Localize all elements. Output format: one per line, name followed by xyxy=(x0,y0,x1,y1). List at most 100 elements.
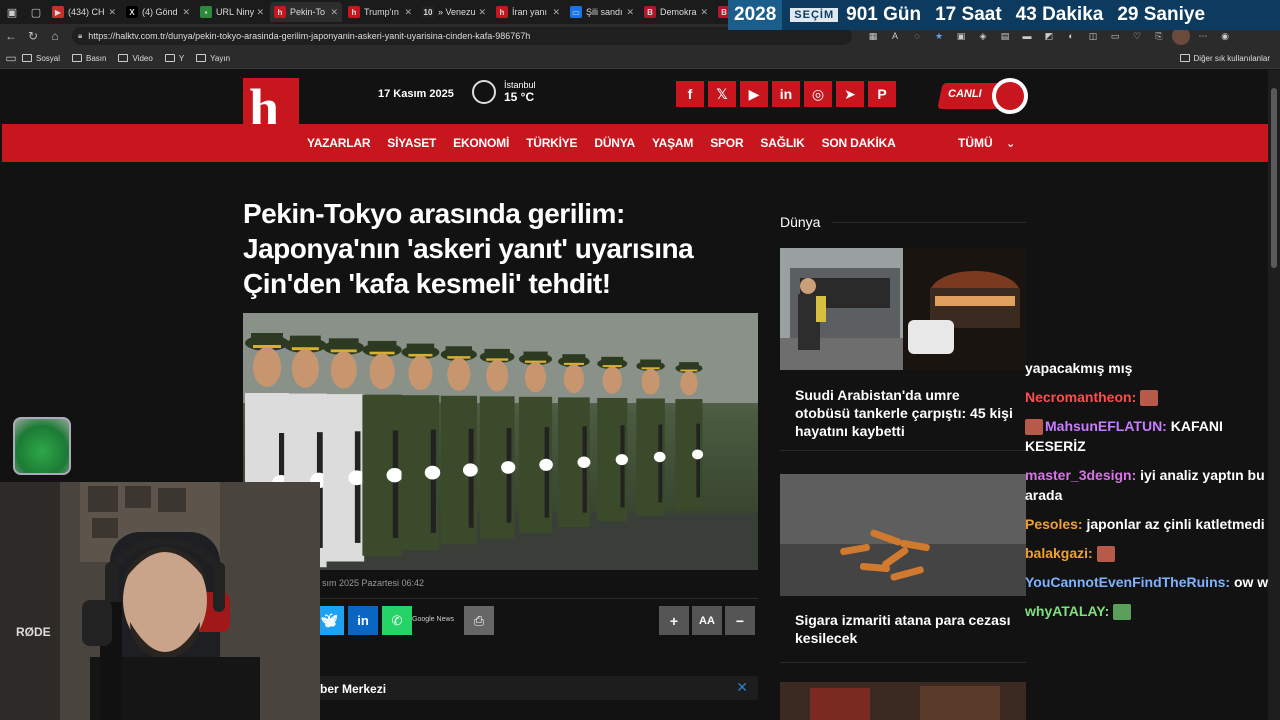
nav-item[interactable]: SPOR xyxy=(710,136,743,150)
tab-label: Trump'ın xyxy=(364,7,399,17)
pinterest-icon[interactable]: P xyxy=(868,81,896,107)
social-links: f 𝕏 ▶ in ◎ ➤ P xyxy=(676,81,896,107)
chat-message: yapacakmış mış xyxy=(1025,358,1270,378)
sidebar-section-title[interactable]: Dünya xyxy=(780,214,820,230)
linkedin-icon[interactable]: in xyxy=(772,81,800,107)
bookmark-label: Basın xyxy=(86,53,107,63)
x-icon[interactable]: 𝕏 xyxy=(708,81,736,107)
lock-icon: 🔒︎ xyxy=(78,31,83,40)
bookmark-label: Yayın xyxy=(210,53,231,63)
nav-item[interactable]: EKONOMİ xyxy=(453,136,509,150)
tab-close-icon[interactable]: ✕ xyxy=(182,7,190,18)
countdown-year: 2028 xyxy=(728,0,783,30)
tab-label: (434) CH xyxy=(68,7,105,17)
whatsapp-share-button[interactable]: ✆ xyxy=(382,606,412,635)
article-main-image xyxy=(243,313,758,570)
svg-text:RØDE: RØDE xyxy=(16,625,51,639)
nav-all-label: TÜMÜ xyxy=(958,136,993,150)
font-reset-button[interactable]: AA xyxy=(692,606,722,635)
nav-item[interactable]: SON DAKİKA xyxy=(822,136,896,150)
chat-username: master_3design: xyxy=(1025,467,1137,483)
chat-message: Necromantheon: xyxy=(1025,387,1270,407)
countdown-days: 901 Gün xyxy=(846,4,922,25)
tab-close-icon[interactable]: ✕ xyxy=(552,7,560,18)
nav-item[interactable]: TÜRKİYE xyxy=(526,136,577,150)
headline-line: Çin'den 'kafa kesmeli' tehdit! xyxy=(243,268,611,299)
browser-tab[interactable]: h İran yanı ✕ xyxy=(492,2,564,22)
bookmarks-menu-icon[interactable]: ▭ xyxy=(0,51,22,65)
tab-favicon-icon: h xyxy=(348,6,360,18)
news-card-title[interactable]: Sigara izmariti atana para cezası kesile… xyxy=(795,611,1015,647)
countdown-minutes: 43 Dakika xyxy=(1015,4,1104,25)
bookmark-folder[interactable]: Video xyxy=(118,53,153,63)
browser-tab[interactable]: h Pekin-To ✕ xyxy=(270,2,342,22)
news-card-image[interactable] xyxy=(780,682,1026,720)
nav-item[interactable]: SAĞLIK xyxy=(760,136,804,150)
instagram-icon[interactable]: ◎ xyxy=(804,81,832,107)
share-buttons: 🦋︎ in ✆ xyxy=(314,606,412,635)
news-card-image[interactable] xyxy=(780,248,1026,370)
weather-widget: İstanbul 15 °C xyxy=(472,80,536,104)
tab-actions-icon[interactable]: ▢ xyxy=(24,0,48,24)
tab-strip: ▶ (434) CH ✕ X (4) Gönd ✕ ▪ URL Niny ✕ h Pekin-To ✕… xyxy=(48,2,788,22)
nav-item[interactable]: YAZARLAR xyxy=(307,136,370,150)
tab-favicon-icon: ▶ xyxy=(52,6,64,18)
close-icon[interactable]: ✕ xyxy=(736,679,748,696)
workspaces-icon[interactable]: ▣ xyxy=(0,0,24,24)
youtube-icon[interactable]: ▶ xyxy=(740,81,768,107)
browser-tab[interactable]: ▭ Şili sandı ✕ xyxy=(566,2,638,22)
browser-tab[interactable]: ▶ (434) CH ✕ xyxy=(48,2,120,22)
scrollbar-thumb[interactable] xyxy=(1271,88,1277,268)
bookmark-folder[interactable]: Yayın xyxy=(196,54,230,63)
bookmark-label: Sosyal xyxy=(36,53,61,63)
live-button[interactable]: CANLI xyxy=(937,75,1028,115)
print-icon: ⎙ xyxy=(473,612,485,628)
nav-item[interactable]: SİYASET xyxy=(387,136,436,150)
facebook-icon[interactable]: f xyxy=(676,81,704,107)
back-icon[interactable]: ← xyxy=(0,29,22,43)
tab-close-icon[interactable]: ✕ xyxy=(626,7,634,18)
weather-city: İstanbul xyxy=(504,80,536,90)
home-icon[interactable]: ⌂ xyxy=(44,29,66,43)
tab-label: Pekin-To xyxy=(290,7,326,17)
browser-tab[interactable]: ▪ URL Niny ✕ xyxy=(196,2,268,22)
other-bookmarks-button[interactable]: Diğer sık kullanılanlar xyxy=(1179,54,1270,63)
linkedin-share-button[interactable]: in xyxy=(348,606,378,635)
chat-text: ow w xyxy=(1233,574,1269,590)
nav-item[interactable]: YAŞAM xyxy=(652,136,693,150)
webcam-overlay: RØDE xyxy=(0,482,320,720)
bookmark-folder[interactable]: Sosyal xyxy=(22,54,60,63)
divider xyxy=(780,662,1026,663)
tab-close-icon[interactable]: ✕ xyxy=(330,7,338,18)
tab-close-icon[interactable]: ✕ xyxy=(108,7,116,18)
tab-favicon-icon: ▪ xyxy=(200,6,212,18)
chat-message: Pesoles: japonlar az çinli katletmedi xyxy=(1025,514,1270,534)
font-increase-button[interactable]: + xyxy=(659,606,689,635)
news-card-image[interactable] xyxy=(780,474,1026,596)
bookmark-label: Video xyxy=(132,53,153,63)
news-card-title[interactable]: Suudi Arabistan'da umre otobüsü tankerle… xyxy=(795,386,1015,440)
tab-close-icon[interactable]: ✕ xyxy=(404,7,412,18)
tab-close-icon[interactable]: ✕ xyxy=(256,7,264,18)
tab-close-icon[interactable]: ✕ xyxy=(700,7,708,18)
nav-all-dropdown[interactable]: TÜMÜ ⌄ xyxy=(958,136,1015,150)
telegram-icon[interactable]: ➤ xyxy=(836,81,864,107)
browser-tab[interactable]: h Trump'ın ✕ xyxy=(344,2,416,22)
refresh-icon[interactable]: ↻ xyxy=(22,29,44,43)
google-news-button[interactable]: Google News xyxy=(412,616,454,623)
tab-favicon-icon: B xyxy=(644,6,656,18)
related-bar: ber Merkezi ✕ xyxy=(243,676,758,700)
chat-text: japonlar az çinli katletmedi xyxy=(1086,516,1265,532)
browser-tab[interactable]: B Demokra ✕ xyxy=(640,2,712,22)
browser-tab[interactable]: X (4) Gönd ✕ xyxy=(122,2,194,22)
tab-close-icon[interactable]: ✕ xyxy=(478,7,486,18)
tab-label: Şili sandı xyxy=(586,7,623,17)
bookmark-folder[interactable]: Basın xyxy=(72,54,106,63)
bookmark-folder[interactable]: Y xyxy=(164,54,184,63)
font-decrease-button[interactable]: − xyxy=(725,606,755,635)
print-button[interactable]: ⎙ xyxy=(464,606,494,635)
related-bar-title: ber Merkezi xyxy=(320,682,387,696)
nav-item[interactable]: DÜNYA xyxy=(594,136,635,150)
live-label: CANLI xyxy=(948,88,982,100)
browser-tab[interactable]: 10 » Venezu ✕ xyxy=(418,2,490,22)
